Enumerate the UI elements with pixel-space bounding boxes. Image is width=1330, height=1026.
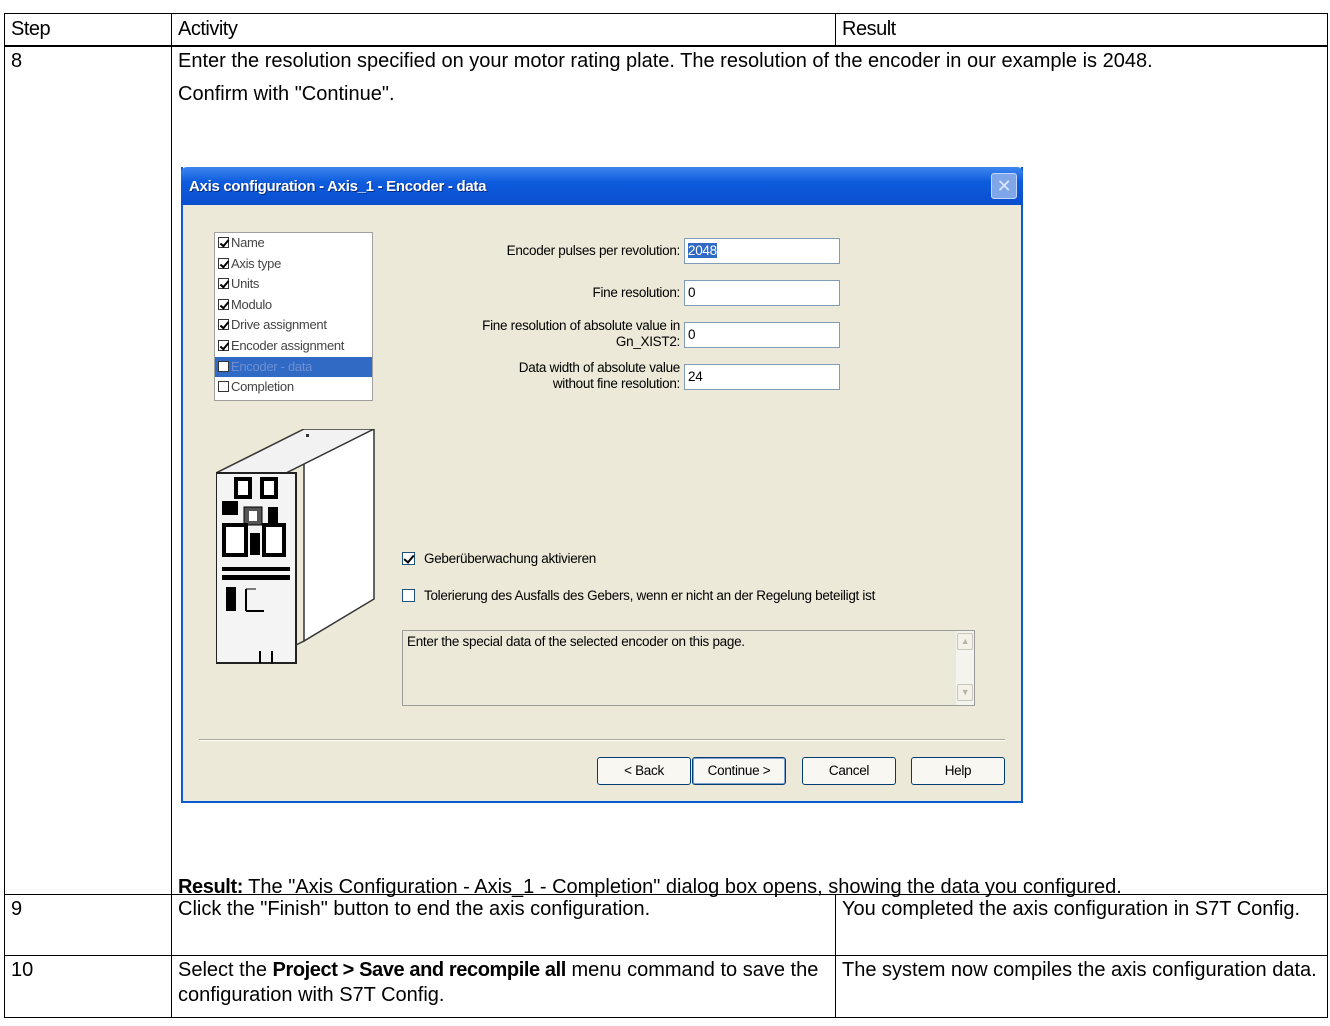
- fine-absolute-input[interactable]: 0: [684, 322, 840, 348]
- result-paragraph: Result: The "Axis Configuration - Axis_1…: [178, 875, 1122, 900]
- selected-value: 2048: [688, 243, 717, 258]
- back-button[interactable]: < Back: [597, 757, 691, 785]
- menu-command: Project > Save and recompile all: [272, 959, 567, 981]
- result-label: Result:: [178, 875, 243, 898]
- step-number: 9: [4, 894, 172, 956]
- step-label: Encoder - data: [231, 358, 313, 374]
- step-item-completion[interactable]: Completion: [215, 377, 372, 398]
- step-label: Encoder assignment: [231, 337, 345, 353]
- step-item-encoder-assignment[interactable]: Encoder assignment: [215, 336, 372, 357]
- step-item-axis-type[interactable]: Axis type: [215, 254, 372, 275]
- result-text: The "Axis Configuration - Axis_1 - Compl…: [242, 875, 1122, 898]
- help-button[interactable]: Help: [911, 757, 1005, 785]
- step-item-drive-assignment[interactable]: Drive assignment: [215, 315, 372, 336]
- encoder-pulses-label: Encoder pulses per revolution:: [506, 243, 681, 258]
- separator: [199, 739, 1005, 741]
- dialog-titlebar: Axis configuration - Axis_1 - Encoder - …: [181, 167, 1023, 205]
- result-cell: The system now compiles the axis configu…: [835, 955, 1328, 1018]
- checkbox-icon: [218, 298, 229, 310]
- checkbox-icon: [218, 319, 229, 331]
- fine-resolution-label: Fine resolution:: [592, 285, 681, 300]
- checkbox-icon: [218, 278, 229, 290]
- axis-configuration-dialog: Axis configuration - Axis_1 - Encoder - …: [181, 167, 1023, 803]
- table-row: 9 Click the "Finish" button to end the a…: [4, 894, 1328, 956]
- instruction-text: Enter the resolution specified on your m…: [178, 49, 1153, 72]
- step-number: 10: [4, 955, 172, 1018]
- checkbox-icon: [218, 360, 229, 372]
- header-step: Step: [4, 13, 172, 47]
- activity-text: Select the: [178, 959, 273, 981]
- encoder-failure-tolerance-checkbox[interactable]: Tolerierung des Ausfalls des Gebers, wen…: [402, 587, 875, 605]
- cancel-button[interactable]: Cancel: [802, 757, 896, 785]
- encoder-pulses-input[interactable]: 2048: [684, 238, 840, 264]
- step-label: Drive assignment: [231, 317, 327, 333]
- scroll-up-icon[interactable]: ▲: [957, 633, 973, 650]
- table-row: 10 Select the Project > Save and recompi…: [4, 955, 1328, 1018]
- data-width-label: Data width of absolute value without fine…: [423, 360, 681, 392]
- checkbox-icon: [402, 589, 415, 602]
- drive-module-icon: [216, 429, 375, 664]
- label-line: Fine resolution of absolute value in: [482, 318, 680, 333]
- header-activity: Activity: [171, 13, 836, 47]
- close-icon[interactable]: ✕: [991, 173, 1017, 199]
- activity-cell: Click the "Finish" button to end the axi…: [171, 894, 836, 956]
- step-item-name[interactable]: Name: [215, 233, 372, 254]
- info-textbox: Enter the special data of the selected e…: [402, 630, 975, 706]
- instruction-text: Confirm with "Continue".: [178, 82, 395, 105]
- header-result: Result: [835, 13, 1328, 47]
- scroll-down-icon[interactable]: ▼: [957, 684, 973, 701]
- wizard-step-list: Name Axis type Units Modulo Drive assign…: [214, 232, 373, 401]
- checkbox-icon: [218, 257, 229, 269]
- step-label: Modulo: [231, 296, 272, 312]
- dialog-title: Axis configuration - Axis_1 - Encoder - …: [189, 178, 487, 195]
- step-label: Axis type: [231, 255, 282, 271]
- checkbox-icon: [218, 237, 229, 248]
- step-label: Completion: [231, 379, 294, 395]
- step-item-units[interactable]: Units: [215, 274, 372, 295]
- step-label: Units: [231, 276, 260, 292]
- fine-absolute-label: Fine resolution of absolute value in Gn_X…: [423, 318, 680, 350]
- activity-cell: Select the Project > Save and recompile …: [171, 955, 836, 1018]
- step-item-modulo[interactable]: Modulo: [215, 295, 372, 316]
- label-line: Data width of absolute value: [518, 360, 681, 375]
- label-line: without fine resolution:: [552, 376, 680, 391]
- table-header-row: Step Activity Result: [4, 13, 1328, 47]
- continue-button[interactable]: Continue >: [692, 757, 786, 785]
- scrollbar[interactable]: ▲ ▼: [956, 631, 974, 705]
- checkbox-icon: [218, 339, 229, 351]
- data-width-input[interactable]: 24: [684, 364, 840, 390]
- encoder-monitoring-checkbox[interactable]: Geberüberwachung aktivieren: [402, 550, 596, 568]
- info-text: Enter the special data of the selected e…: [407, 634, 745, 649]
- step-label: Name: [231, 235, 265, 250]
- step-item-encoder-data[interactable]: Encoder - data: [215, 356, 372, 378]
- checkbox-icon: [402, 552, 415, 565]
- checkbox-label: Geberüberwachung aktivieren: [424, 551, 597, 566]
- checkbox-label: Tolerierung des Ausfalls des Gebers, wen…: [424, 588, 876, 603]
- label-line: Gn_XIST2:: [615, 334, 680, 349]
- result-cell: You completed the axis configuration in …: [835, 894, 1328, 956]
- checkbox-icon: [218, 381, 229, 393]
- step-number: 8: [4, 45, 172, 895]
- fine-resolution-input[interactable]: 0: [684, 280, 840, 306]
